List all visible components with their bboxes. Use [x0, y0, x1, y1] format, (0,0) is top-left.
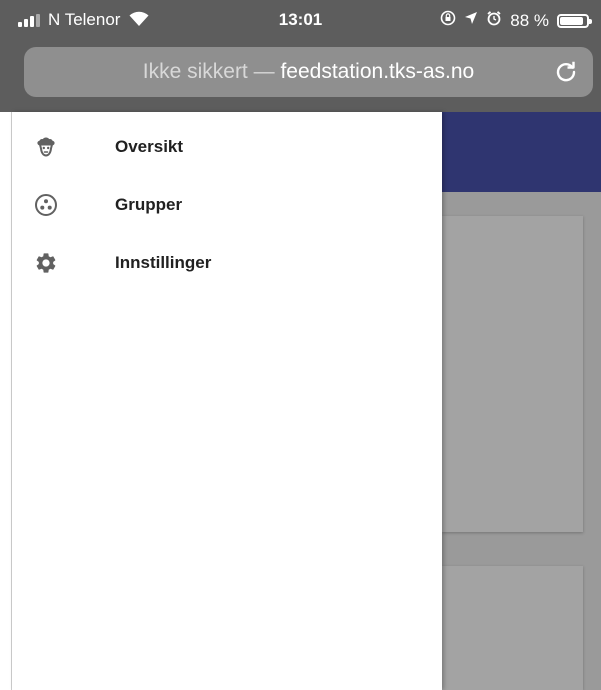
- content-card: [442, 566, 583, 690]
- insecure-label: Ikke sikkert —: [142, 60, 275, 83]
- edge-strip: [0, 112, 12, 690]
- nav-item-label: Grupper: [115, 195, 183, 214]
- address-bar[interactable]: Ikke sikkert — feedstation.tks-as.no: [24, 47, 593, 97]
- nav-item-label: Oversikt: [115, 137, 184, 156]
- nav-item-grupper[interactable]: Grupper: [12, 176, 442, 234]
- status-bar: N Telenor 13:01 88 %: [0, 0, 601, 40]
- sheep-icon: [37, 137, 55, 157]
- location-icon: [464, 11, 478, 30]
- battery-icon: [557, 13, 592, 28]
- battery-percent: 88 %: [510, 10, 549, 30]
- nav-item-innstillinger[interactable]: Innstillinger: [12, 234, 442, 292]
- url-text: Ikke sikkert — feedstation.tks-as.no: [24, 60, 593, 84]
- orientation-lock-icon: [440, 10, 456, 31]
- navigation-drawer: Oversikt Grupper Innstillinger: [12, 112, 442, 690]
- url-domain: feedstation.tks-as.no: [280, 60, 475, 83]
- app-header: [442, 112, 601, 192]
- group-icon: [35, 194, 57, 216]
- content-card: [442, 216, 583, 532]
- browser-chrome: N Telenor 13:01 88 % Ikke sikkert — feed…: [0, 0, 601, 112]
- nav-item-oversikt[interactable]: Oversikt: [12, 118, 442, 176]
- alarm-icon: [486, 10, 502, 31]
- gear-icon: [36, 253, 56, 273]
- reload-icon[interactable]: [553, 59, 579, 85]
- nav-item-label: Innstillinger: [115, 253, 212, 272]
